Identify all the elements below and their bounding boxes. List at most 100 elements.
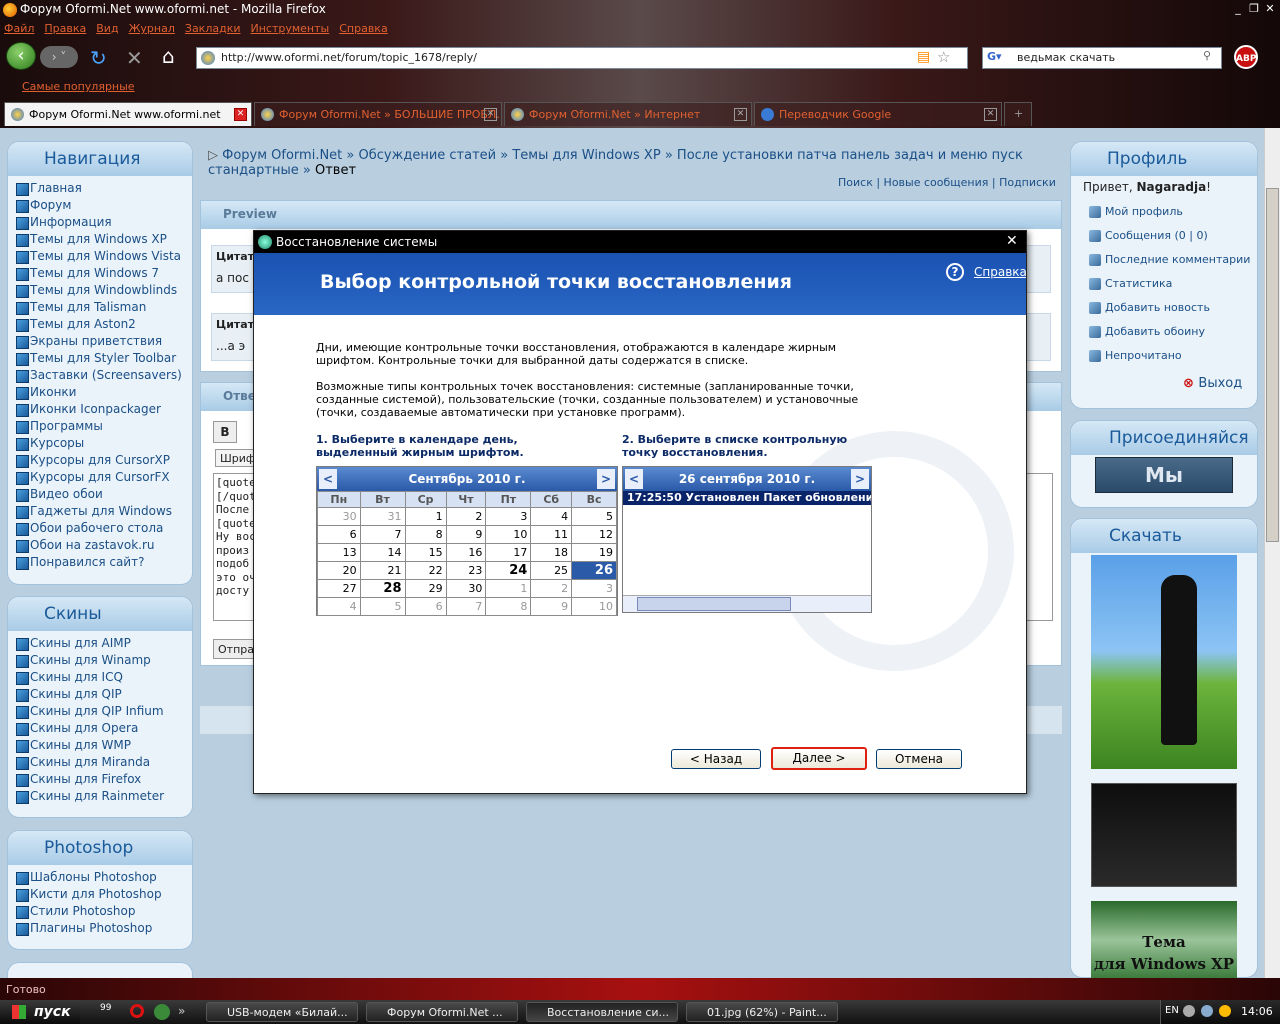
tab-close-icon[interactable]: ✕ [734, 108, 747, 121]
scrollbar-thumb[interactable] [1266, 188, 1279, 542]
calendar-day[interactable]: 25 [530, 561, 573, 580]
breadcrumb-articles[interactable]: Обсуждение статей [359, 148, 497, 163]
task-firefox[interactable]: Форум Oformi.Net ... [366, 1002, 518, 1022]
list-hscrollbar[interactable] [623, 595, 871, 612]
calendar-day[interactable]: 4 [530, 507, 573, 526]
calendar-day[interactable]: 16 [445, 543, 487, 562]
nav-item[interactable]: Курсоры [16, 435, 192, 452]
calendar-day[interactable]: 10 [485, 525, 532, 544]
calendar-day[interactable]: 7 [359, 525, 406, 544]
menu-view[interactable]: Вид [96, 22, 118, 40]
breadcrumb-xp[interactable]: Темы для Windows XP [512, 148, 660, 163]
nav-item[interactable]: Главная [16, 180, 192, 197]
calendar-day[interactable]: 9 [530, 597, 573, 616]
submit-button[interactable]: Отпра [213, 639, 257, 659]
page-scrollbar[interactable] [1264, 128, 1280, 978]
calendar-day[interactable]: 5 [571, 507, 617, 526]
nav-item[interactable]: Иконки Iconpackager [16, 401, 192, 418]
nav-item[interactable]: Гаджеты для Windows [16, 503, 192, 520]
download-thumbnail-3[interactable]: Тема для Windows XP [1091, 901, 1237, 979]
calendar-day[interactable]: 24 [485, 561, 532, 580]
nav-item[interactable]: Темы для Talisman [16, 299, 192, 316]
calendar-day[interactable]: 15 [404, 543, 447, 562]
username[interactable]: Nagaradja [1137, 180, 1207, 194]
menu-help[interactable]: Справка [339, 22, 387, 40]
calendar-next-button[interactable]: > [597, 469, 615, 489]
photoshop-item[interactable]: Шаблоны Photoshop [16, 869, 192, 886]
calendar-day[interactable]: 28 [359, 579, 406, 598]
skins-item[interactable]: Скины для AIMP [16, 635, 192, 652]
search-link[interactable]: Поиск [838, 176, 873, 189]
dialog-close-icon[interactable]: ✕ [1006, 233, 1018, 249]
hscroll-thumb[interactable] [637, 597, 791, 611]
calendar-day[interactable]: 14 [359, 543, 406, 562]
nav-item[interactable]: Курсоры для CursorFX [16, 469, 192, 486]
new-messages-link[interactable]: Новые сообщения [884, 176, 989, 189]
skins-item[interactable]: Скины для WMP [16, 737, 192, 754]
profile-link[interactable]: Добавить новость [1089, 296, 1257, 320]
nav-item[interactable]: Иконки [16, 384, 192, 401]
stop-icon[interactable]: ✕ [126, 46, 143, 70]
calendar-day[interactable]: 22 [404, 561, 447, 580]
skins-item[interactable]: Скины для Winamp [16, 652, 192, 669]
calendar-day[interactable]: 5 [359, 597, 406, 616]
address-bar[interactable]: http://www.oformi.net/forum/topic_1678/r… [196, 47, 968, 69]
calendar-day[interactable]: 29 [404, 579, 447, 598]
calendar-day[interactable]: 6 [317, 525, 361, 544]
calendar-day[interactable]: 30 [445, 579, 487, 598]
calendar-day[interactable]: 12 [571, 525, 617, 544]
profile-link[interactable]: Непрочитано [1089, 344, 1257, 368]
photoshop-item[interactable]: Кисти для Photoshop [16, 886, 192, 903]
skins-item[interactable]: Скины для QIP [16, 686, 192, 703]
calendar-day[interactable]: 17 [485, 543, 532, 562]
tab-close-icon[interactable]: ✕ [484, 108, 497, 121]
calendar-day[interactable]: 11 [530, 525, 573, 544]
skins-item[interactable]: Скины для ICQ [16, 669, 192, 686]
home-icon[interactable]: ⌂ [162, 44, 175, 68]
calendar-prev-button[interactable]: < [319, 469, 337, 489]
opera-icon[interactable] [130, 1004, 144, 1018]
calendar-day[interactable]: 9 [445, 525, 487, 544]
skins-item[interactable]: Скины для Opera [16, 720, 192, 737]
download-thumbnail-2[interactable] [1091, 783, 1237, 887]
tab-internet[interactable]: Форум Oformi.Net » Интернет ✕ [504, 102, 752, 126]
nav-item[interactable]: Темы для Aston2 [16, 316, 192, 333]
task-system-restore[interactable]: Восстановление си... [526, 1002, 678, 1022]
reload-icon[interactable]: ↻ [90, 46, 107, 70]
nav-item[interactable]: Понравился сайт? [16, 554, 192, 571]
calendar-day[interactable]: 26 [571, 561, 617, 580]
download-thumbnail-1[interactable] [1091, 555, 1237, 769]
search-input[interactable]: ведьмак скачать G▾ ⚲ [982, 47, 1222, 69]
task-paint[interactable]: 01.jpg (62%) - Paint... [686, 1002, 838, 1022]
calendar-day[interactable]: 2 [445, 507, 487, 526]
forward-button[interactable]: › ˅ [40, 46, 78, 68]
nav-item[interactable]: Экраны приветствия [16, 333, 192, 350]
calendar-day[interactable]: 3 [485, 507, 532, 526]
nav-item[interactable]: Темы для Windowblinds [16, 282, 192, 299]
nav-item[interactable]: Информация [16, 214, 192, 231]
calendar-day[interactable]: 4 [317, 597, 361, 616]
task-usb-modem[interactable]: USB-модем «Билай... [206, 1002, 358, 1022]
next-step-button[interactable]: Далее > [771, 747, 867, 770]
calendar-day[interactable]: 2 [530, 579, 573, 598]
adblock-icon[interactable]: ABP [1234, 45, 1258, 69]
tab-close-icon[interactable]: ✕ [984, 108, 997, 121]
bookmark-star-icon[interactable]: ☆ [937, 48, 950, 66]
calendar-day[interactable]: 7 [445, 597, 487, 616]
start-button[interactable]: пуск [0, 1000, 80, 1024]
rss-icon[interactable]: ▤ [917, 49, 930, 65]
tab-close-icon[interactable]: ✕ [234, 108, 247, 121]
help-link[interactable]: Справка [974, 265, 1026, 279]
minimize-button[interactable]: _ [1230, 2, 1246, 16]
profile-link[interactable]: Мой профиль [1089, 200, 1257, 224]
quicklaunch-badge[interactable]: 99 [100, 1003, 111, 1013]
breadcrumb-forum[interactable]: Форум Oformi.Net [222, 148, 342, 163]
language-indicator[interactable]: EN [1165, 1005, 1179, 1016]
calendar-day[interactable]: 18 [530, 543, 573, 562]
close-button[interactable]: ✕ [1262, 2, 1278, 16]
calendar-day[interactable]: 23 [445, 561, 487, 580]
quicklaunch-icon[interactable] [154, 1004, 170, 1020]
back-button[interactable]: ‹ [6, 42, 36, 70]
font-select[interactable]: Шриф [215, 449, 255, 467]
nav-item[interactable]: Заставки (Screensavers) [16, 367, 192, 384]
